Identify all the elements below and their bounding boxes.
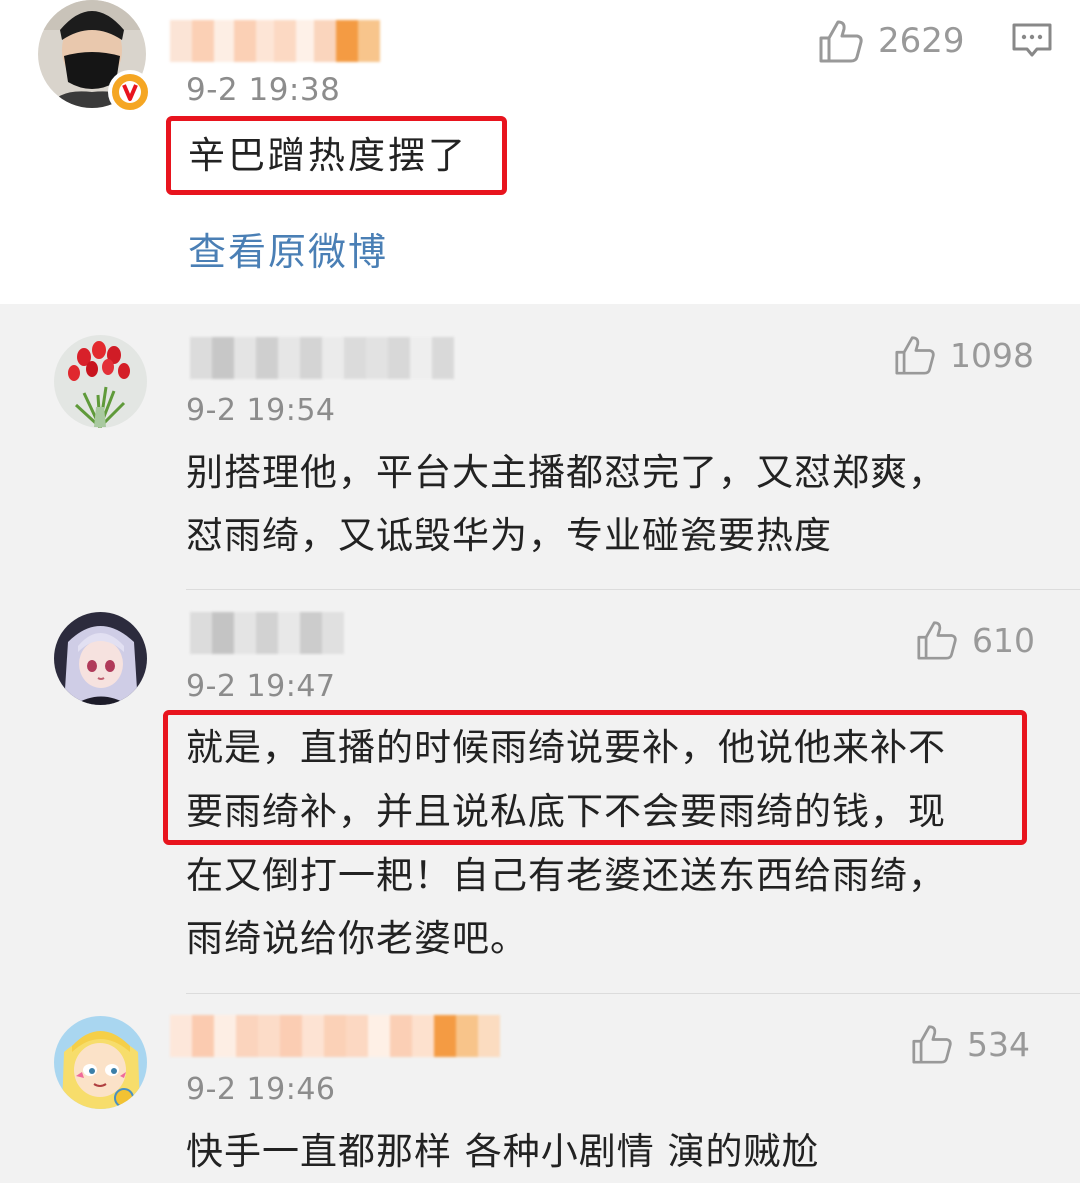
reply-text-line: 在又倒打一耙！自己有老婆还送东西给雨绮， — [186, 854, 946, 897]
reply-avatar[interactable] — [54, 1016, 147, 1109]
reply-time: 9-2 19:54 — [186, 393, 336, 428]
comment-time: 9-2 19:38 — [186, 72, 341, 108]
verified-badge-icon — [108, 70, 152, 114]
thumbs-up-icon — [895, 336, 935, 375]
reply-time: 9-2 19:47 — [186, 669, 336, 704]
highlight-box — [166, 116, 507, 195]
username-blurred[interactable] — [170, 20, 380, 62]
thumbs-up-icon — [819, 20, 863, 63]
reply-text-line: 怼雨绮，又诋毁华为，专业碰瓷要热度 — [186, 514, 832, 557]
reply-time: 9-2 19:46 — [186, 1072, 336, 1107]
reply-username-blurred[interactable] — [190, 337, 454, 379]
like-count: 1098 — [950, 335, 1034, 375]
view-original-post-link[interactable]: 查看原微博 — [188, 221, 388, 276]
like-count: 610 — [972, 620, 1035, 660]
reply-username-blurred[interactable] — [170, 1015, 500, 1057]
thumbs-up-icon — [917, 621, 957, 660]
like-button[interactable]: 1098 — [894, 335, 1034, 375]
like-button[interactable]: 610 — [916, 620, 1035, 660]
thumbs-up-icon — [912, 1025, 952, 1064]
like-count: 534 — [967, 1024, 1030, 1064]
reply-text-line: 雨绮说给你老婆吧。 — [186, 917, 528, 960]
reply-username-blurred[interactable] — [190, 612, 344, 654]
main-comment-card: 9-2 19:38 2629 辛巴蹭热度摆了 查看原微博 — [0, 0, 1080, 304]
divider — [186, 589, 1080, 590]
highlight-box — [163, 710, 1027, 845]
reply-avatar[interactable] — [54, 335, 147, 428]
reply-avatar[interactable] — [54, 612, 147, 705]
like-button[interactable]: 2629 — [818, 19, 965, 63]
like-button[interactable]: 534 — [911, 1024, 1030, 1064]
like-count: 2629 — [878, 21, 965, 61]
divider — [186, 993, 1080, 994]
reply-text-line: 快手一直都那样 各种小剧情 演的贼尬 — [186, 1130, 820, 1173]
comment-bubble-icon[interactable] — [1011, 22, 1053, 60]
reply-text-line: 别搭理他，平台大主播都怼完了，又怼郑爽， — [186, 451, 946, 494]
